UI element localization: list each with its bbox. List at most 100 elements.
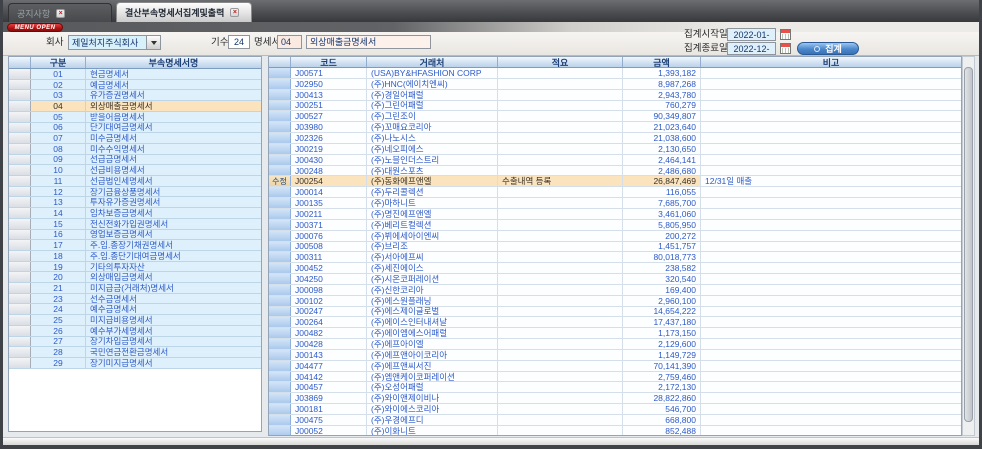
right-table-row[interactable]: J02326(주)나노시스21,038,600 [269, 133, 961, 144]
right-table-row[interactable]: J00014(주)두리콜렉션116,055 [269, 187, 961, 198]
right-table-row[interactable]: J00219(주)네오피에스2,130,650 [269, 144, 961, 155]
memo-cell [498, 90, 623, 100]
left-table-row[interactable]: 29장기미지급명세서 [9, 358, 261, 369]
right-table-row[interactable]: J00457(주)오성어패럴2,172,130 [269, 382, 961, 393]
note-cell [701, 155, 961, 165]
end-date-input[interactable]: 2022-12-01 [727, 42, 776, 55]
left-table-row[interactable]: 23선수금명세서 [9, 294, 261, 305]
right-table-row[interactable]: J04477(주)에프앤씨서진70,141,390 [269, 361, 961, 372]
row-indicator [9, 283, 31, 293]
left-table-row[interactable]: 20외상매입금명세서 [9, 272, 261, 283]
left-table-row[interactable]: 02예금명세서 [9, 80, 261, 91]
left-table-row[interactable]: 16영업보증금명세서 [9, 230, 261, 241]
left-table-row[interactable]: 27장기차입금명세서 [9, 337, 261, 348]
statement-name-cell: 장기차입금명세서 [86, 337, 261, 347]
left-table-row[interactable]: 25미지급비용명세서 [9, 315, 261, 326]
right-table-row[interactable]: J04250(주)시온코퍼레이션320,540 [269, 274, 961, 285]
company-select[interactable]: 제일처지주식회사 [68, 35, 161, 50]
statement-name-cell: 미수수익명세서 [86, 144, 261, 154]
statement-code-cell: 05 [31, 112, 86, 122]
left-table-row[interactable]: 06단기대여금명세서 [9, 123, 261, 134]
tab-notice[interactable]: 공지사항 × [8, 3, 112, 22]
right-table-row[interactable]: J00428(주)에프아이엘2,129,600 [269, 339, 961, 350]
statement-code-cell: 06 [31, 123, 86, 133]
tab-close-icon[interactable]: × [230, 8, 239, 17]
right-table-row[interactable]: J00102(주)에스원플래닝2,960,100 [269, 296, 961, 307]
aggregate-button[interactable]: 집계 [797, 42, 859, 55]
left-table-row[interactable]: 05받을어음명세서 [9, 112, 261, 123]
right-table-row[interactable]: J00251(주)그린어패럴760,279 [269, 101, 961, 112]
note-cell [701, 231, 961, 241]
right-table-row[interactable]: J00264(주)에이스인터내셔날17,437,180 [269, 317, 961, 328]
tab-statement-report[interactable]: 결산부속명세서집계및출력 × [116, 2, 252, 22]
left-table-row[interactable]: 12장기금융상품명세서 [9, 187, 261, 198]
left-table-row[interactable]: 04외상매출금명세서 [9, 101, 261, 112]
right-table-row[interactable]: J00413(주)경일어패럴2,943,780 [269, 90, 961, 101]
right-table-row[interactable]: J00430(주)노블인더스트리2,464,141 [269, 155, 961, 166]
period-input[interactable]: 24 [228, 35, 250, 49]
right-table-row[interactable]: J00143(주)에프앤아이코리아1,149,729 [269, 350, 961, 361]
amount-cell: 320,540 [623, 274, 701, 284]
left-table-row[interactable]: 11선급법인세명세서 [9, 176, 261, 187]
right-table-row[interactable]: J00135(주)마하니트7,685,700 [269, 198, 961, 209]
left-table-row[interactable]: 03유가증권명세서 [9, 90, 261, 101]
right-table-row[interactable]: J00098(주)신한코리아169,400 [269, 285, 961, 296]
memo-cell [498, 285, 623, 295]
left-table-row[interactable]: 14임차보증금명세서 [9, 208, 261, 219]
tab-close-icon[interactable]: × [56, 9, 65, 18]
vertical-scrollbar[interactable] [962, 56, 975, 436]
left-table-row[interactable]: 18주.임.종단기대여금명세서 [9, 251, 261, 262]
left-table-row[interactable]: 13투자유가증권명세서 [9, 197, 261, 208]
memo-cell [498, 263, 623, 273]
right-table-row[interactable]: J00508(주)브리조1,451,757 [269, 242, 961, 253]
statement-name-cell: 현금명세서 [86, 69, 261, 79]
right-table-row[interactable]: J03869(주)와이앤제이비나28,822,860 [269, 393, 961, 404]
scrollbar-thumb[interactable] [964, 67, 973, 422]
right-table-row[interactable]: J00181(주)와이에스코리아546,700 [269, 404, 961, 415]
left-table-row[interactable]: 24예수금명세서 [9, 304, 261, 315]
calendar-icon[interactable] [780, 43, 791, 54]
client-name-cell: (주)우경에프디 [367, 415, 498, 425]
right-table-row[interactable]: J00052(주)이화니트852,488 [269, 426, 961, 436]
right-table-row[interactable]: J00076(주)뷔에세아이엔씨200,272 [269, 231, 961, 242]
right-table-row[interactable]: J00527(주)그린조이90,349,807 [269, 111, 961, 122]
left-table-row[interactable]: 19기타의투자자산 [9, 262, 261, 273]
statement-name-cell: 예금명세서 [86, 80, 261, 90]
left-table-row[interactable]: 21미지급금(거래처)명세서 [9, 283, 261, 294]
right-table-row[interactable]: J00247(주)에스제이글로벌14,654,222 [269, 307, 961, 318]
statement-name-cell: 주.임.종장기채권명세서 [86, 240, 261, 250]
chevron-down-icon[interactable] [146, 36, 160, 49]
left-table-row[interactable]: 07미수금명세서 [9, 133, 261, 144]
left-table-row[interactable]: 28국민연금전환금명세서 [9, 347, 261, 358]
left-table-row[interactable]: 15전신전화가입권명세서 [9, 219, 261, 230]
calendar-icon[interactable] [780, 29, 791, 40]
left-table-row[interactable]: 09선급금명세서 [9, 155, 261, 166]
left-table-row[interactable]: 08미수수익명세서 [9, 144, 261, 155]
right-table-row[interactable]: J02950(주)HNC(에이치엔씨)8,987,268 [269, 79, 961, 90]
right-table-row[interactable]: J00248(주)대원스포츠2,486,680 [269, 166, 961, 177]
right-table-row[interactable]: J00211(주)명진에프앤엘3,461,060 [269, 209, 961, 220]
left-table-row[interactable]: 17주.임.종장기채권명세서 [9, 240, 261, 251]
row-indicator [9, 294, 31, 304]
statement-code-input[interactable]: 04 [277, 35, 302, 49]
left-table-row[interactable]: 10선급비용명세서 [9, 165, 261, 176]
right-table-row[interactable]: J00482(주)에이엠에스어패럴1,173,150 [269, 328, 961, 339]
left-table-body: 01현금명세서02예금명세서03유가증권명세서04외상매출금명세서05받을어음명… [9, 69, 261, 369]
right-table-row[interactable]: J00311(주)서아에프씨80,018,773 [269, 252, 961, 263]
client-name-cell: (주)그린조이 [367, 111, 498, 121]
statement-name-cell: 미지급금(거래처)명세서 [86, 283, 261, 293]
right-table-row[interactable]: J00452(주)세진에이스238,582 [269, 263, 961, 274]
statement-name-cell: 선수금명세서 [86, 294, 261, 304]
menu-open-button[interactable]: MENU OPEN [7, 23, 63, 32]
statement-name-input[interactable]: 외상매출금명세서 [306, 35, 431, 49]
start-date-input[interactable]: 2022-01-01 [727, 28, 776, 41]
left-table-row[interactable]: 01현금명세서 [9, 69, 261, 80]
right-table-row[interactable]: J00475(주)우경에프디668,800 [269, 415, 961, 426]
right-table-row[interactable]: J04142(주)엠앤케이코퍼레이션2,759,460 [269, 372, 961, 383]
left-table-row[interactable]: 26예수부가세명세서 [9, 326, 261, 337]
note-cell [701, 307, 961, 317]
right-table-row[interactable]: J00571(USA)BY&HFASHION CORP1,393,182 [269, 68, 961, 79]
right-table-row[interactable]: J00371(주)베리트컬렉션5,805,950 [269, 220, 961, 231]
right-table-row[interactable]: 수정J00254(주)동화에프앤엘수출내역 등록26,847,46912/31일… [269, 176, 961, 187]
right-table-row[interactable]: J03980(주)꼬매요코리아21,023,640 [269, 122, 961, 133]
